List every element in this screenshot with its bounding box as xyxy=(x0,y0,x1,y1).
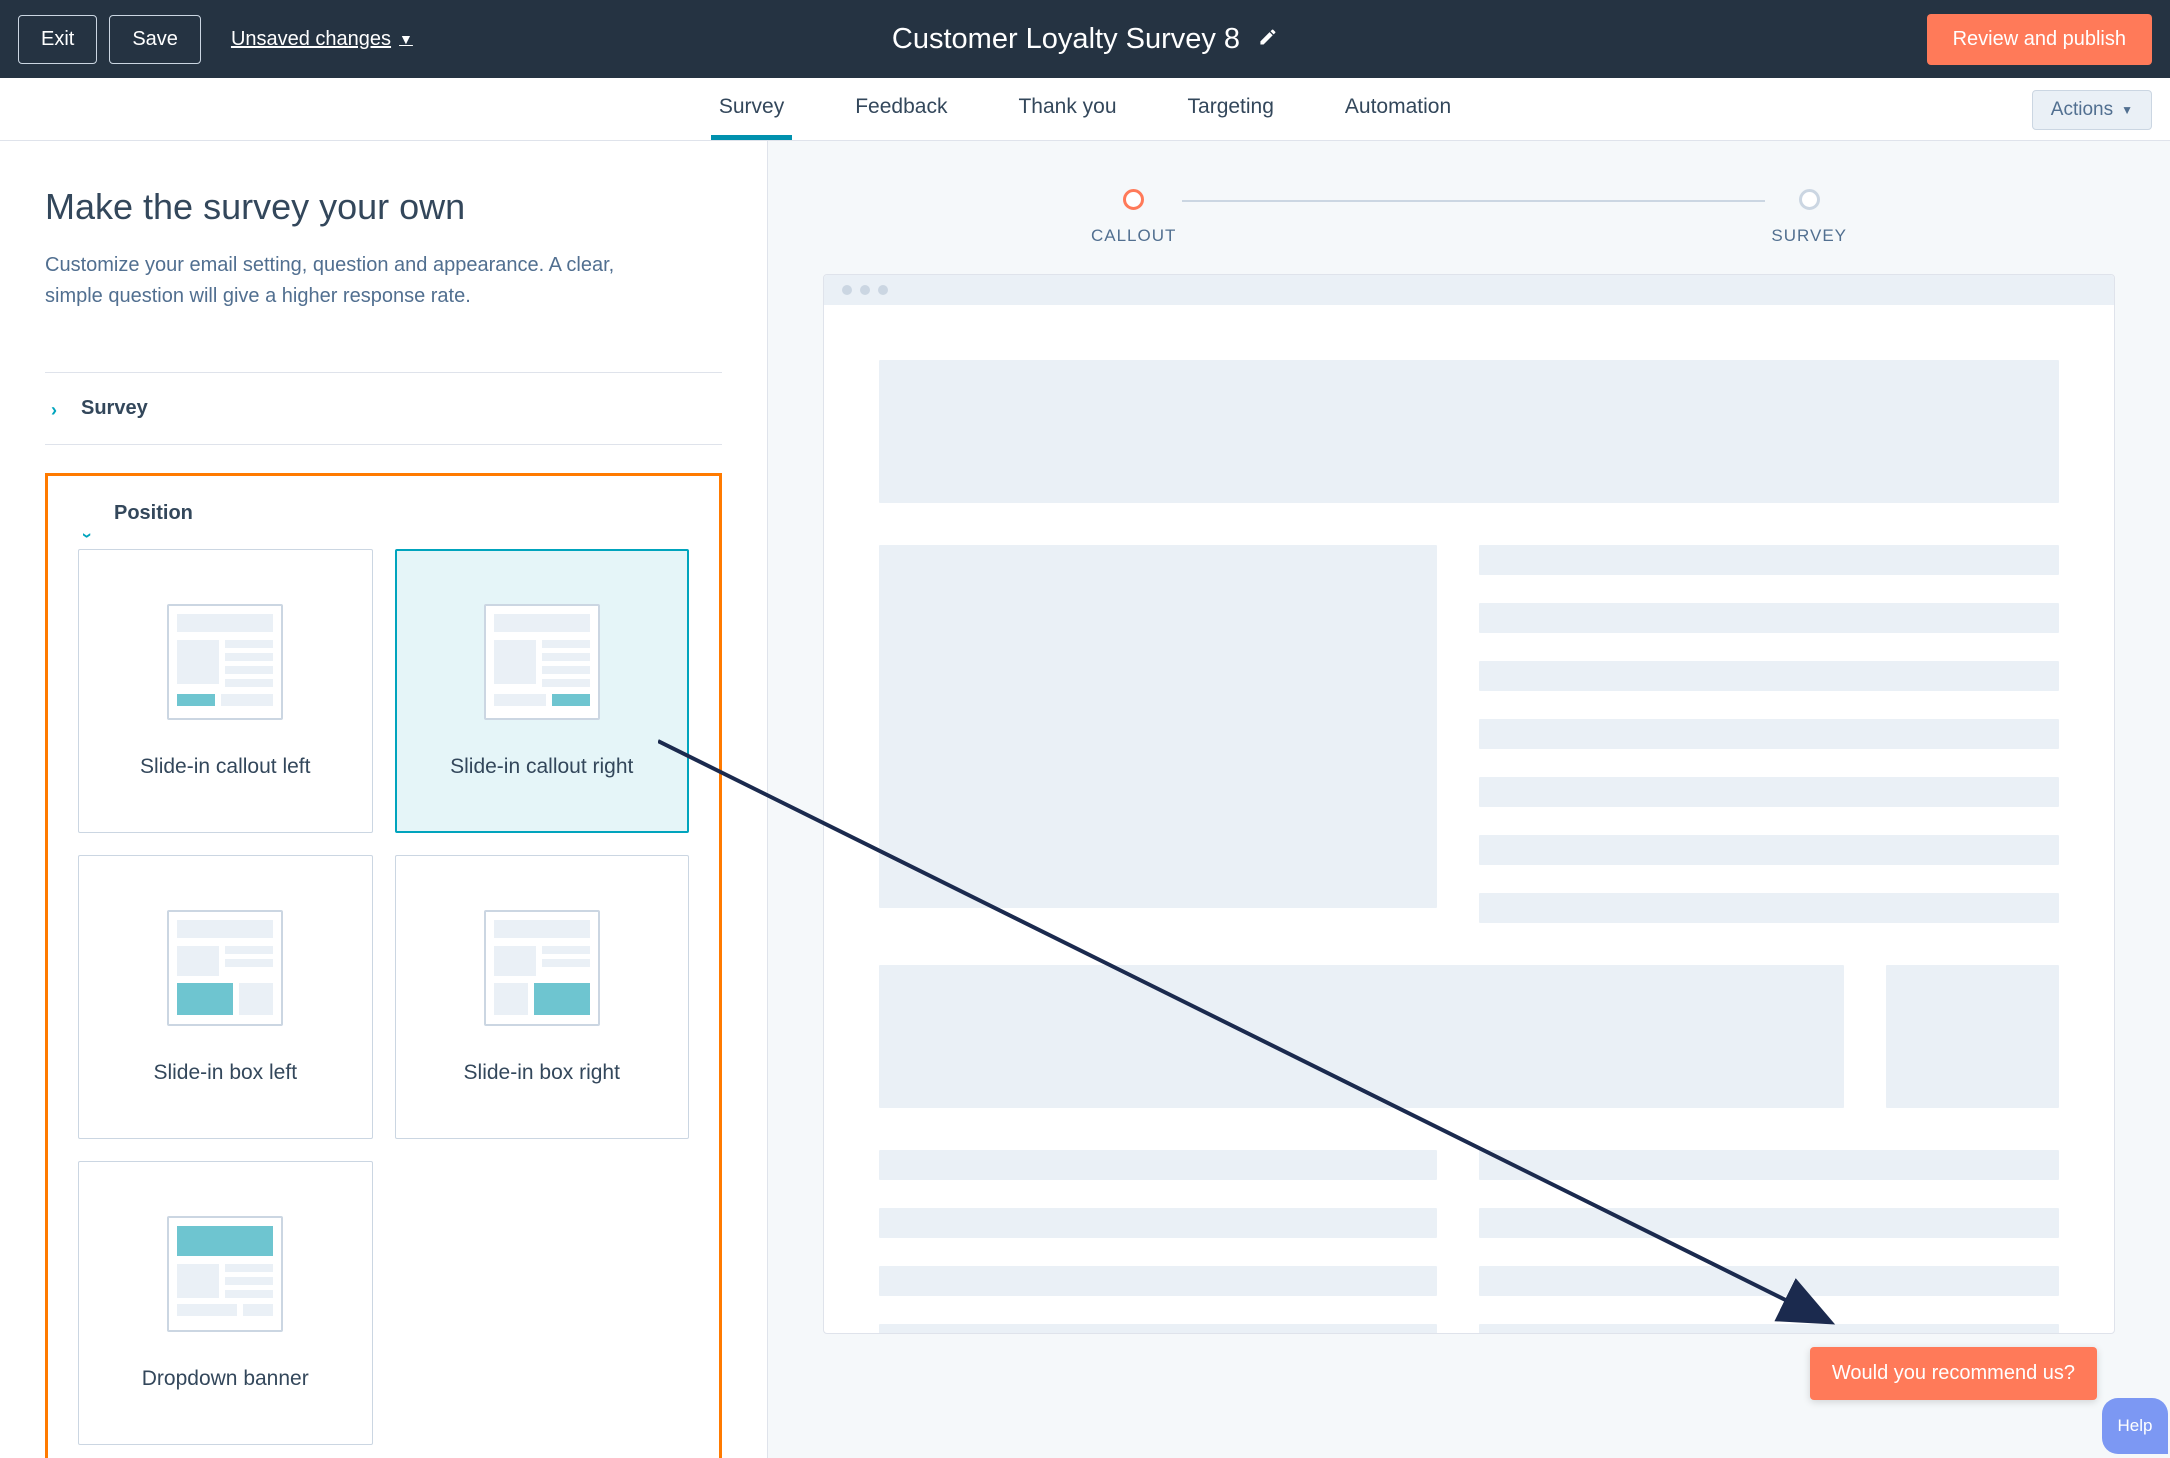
step-circle-icon xyxy=(1799,189,1820,210)
unsaved-label: Unsaved changes xyxy=(231,28,391,51)
placeholder-block xyxy=(879,965,1844,1108)
placeholder-line xyxy=(879,1266,1437,1296)
placeholder-line xyxy=(879,1324,1437,1334)
chevron-right-icon: › xyxy=(51,400,57,421)
browser-frame xyxy=(823,274,2115,1334)
placeholder-col xyxy=(1479,545,2059,923)
window-dot-icon xyxy=(842,285,852,295)
caret-down-icon: ▼ xyxy=(399,31,413,47)
position-slide-in-box-left[interactable]: Slide-in box left xyxy=(78,855,373,1139)
accordion-header-survey[interactable]: › Survey xyxy=(45,373,722,444)
callout-widget[interactable]: Would you recommend us? xyxy=(1810,1347,2097,1400)
accordion-label: Survey xyxy=(81,397,148,419)
placeholder-line xyxy=(1479,603,2059,633)
placeholder-block xyxy=(1886,965,2059,1108)
caret-down-icon: ▼ xyxy=(2121,103,2133,117)
actions-label: Actions xyxy=(2051,99,2113,121)
placeholder-line xyxy=(879,1150,1437,1180)
window-dot-icon xyxy=(860,285,870,295)
placeholder-line xyxy=(1479,1150,2059,1180)
tab-thank-you[interactable]: Thank you xyxy=(1010,78,1124,140)
preview-panel: CALLOUT SURVEY xyxy=(768,141,2170,1458)
tab-survey[interactable]: Survey xyxy=(711,78,792,140)
placeholder-row xyxy=(879,545,2059,923)
tab-list: Survey Feedback Thank you Targeting Auto… xyxy=(711,78,1459,140)
help-button[interactable]: Help xyxy=(2102,1398,2168,1454)
position-slide-in-callout-right[interactable]: Slide-in callout right xyxy=(395,549,690,833)
position-thumb xyxy=(167,910,283,1026)
placeholder-list xyxy=(879,1150,2059,1334)
sidebar-heading: Make the survey your own xyxy=(45,186,722,228)
position-slide-in-box-right[interactable]: Slide-in box right xyxy=(395,855,690,1139)
position-slide-in-callout-left[interactable]: Slide-in callout left xyxy=(78,549,373,833)
placeholder-row xyxy=(879,965,2059,1108)
placeholder-line xyxy=(1479,1266,2059,1296)
position-section-highlighted: › Position xyxy=(45,473,722,1458)
position-thumb xyxy=(167,604,283,720)
browser-body xyxy=(824,305,2114,1334)
position-thumb xyxy=(167,1216,283,1332)
placeholder-line xyxy=(1479,545,2059,575)
chevron-down-icon: › xyxy=(77,533,98,539)
position-label: Slide-in box right xyxy=(464,1061,620,1085)
step-connector xyxy=(1182,200,1765,202)
position-grid: Slide-in callout left xyxy=(78,549,689,1445)
placeholder-line xyxy=(1479,719,2059,749)
position-label: Slide-in callout right xyxy=(450,755,633,779)
tab-automation[interactable]: Automation xyxy=(1337,78,1459,140)
placeholder-block xyxy=(879,360,2059,503)
accordion-label: Position xyxy=(114,502,193,524)
tab-row: Survey Feedback Thank you Targeting Auto… xyxy=(0,78,2170,141)
placeholder-block xyxy=(879,545,1437,908)
step-label: SURVEY xyxy=(1771,226,1847,246)
window-dot-icon xyxy=(878,285,888,295)
step-label: CALLOUT xyxy=(1091,226,1176,246)
position-thumb xyxy=(484,910,600,1026)
review-publish-button[interactable]: Review and publish xyxy=(1927,14,2152,65)
position-label: Slide-in callout left xyxy=(140,755,310,779)
settings-sidebar: Make the survey your own Customize your … xyxy=(0,141,768,1458)
top-header: Exit Save Unsaved changes ▼ Customer Loy… xyxy=(0,0,2170,78)
step-survey[interactable]: SURVEY xyxy=(1771,189,1847,246)
placeholder-line xyxy=(1479,1324,2059,1334)
stepper: CALLOUT SURVEY xyxy=(768,141,2170,274)
accordion-header-position[interactable]: › Position xyxy=(78,498,689,535)
title-wrap: Customer Loyalty Survey 8 xyxy=(892,23,1278,56)
position-dropdown-banner[interactable]: Dropdown banner xyxy=(78,1161,373,1445)
placeholder-line xyxy=(1479,661,2059,691)
main-layout: Make the survey your own Customize your … xyxy=(0,141,2170,1458)
position-label: Slide-in box left xyxy=(153,1061,297,1085)
position-label: Dropdown banner xyxy=(142,1367,309,1391)
edit-title-icon[interactable] xyxy=(1258,27,1278,52)
tab-targeting[interactable]: Targeting xyxy=(1180,78,1282,140)
step-circle-icon xyxy=(1123,189,1144,210)
placeholder-line xyxy=(1479,835,2059,865)
placeholder-line xyxy=(1479,893,2059,923)
save-button[interactable]: Save xyxy=(109,15,201,64)
placeholder-line xyxy=(1479,1208,2059,1238)
tab-feedback[interactable]: Feedback xyxy=(847,78,955,140)
placeholder-line xyxy=(879,1208,1437,1238)
sidebar-description: Customize your email setting, question a… xyxy=(45,250,645,312)
accordion-item-survey: › Survey xyxy=(45,372,722,445)
exit-button[interactable]: Exit xyxy=(18,15,97,64)
accordion: › Survey xyxy=(45,372,722,445)
actions-dropdown[interactable]: Actions ▼ xyxy=(2032,90,2152,130)
unsaved-changes-dropdown[interactable]: Unsaved changes ▼ xyxy=(231,28,413,51)
browser-chrome xyxy=(824,275,2114,305)
page-title: Customer Loyalty Survey 8 xyxy=(892,23,1240,56)
placeholder-line xyxy=(1479,777,2059,807)
step-callout[interactable]: CALLOUT xyxy=(1091,189,1176,246)
position-thumb xyxy=(484,604,600,720)
